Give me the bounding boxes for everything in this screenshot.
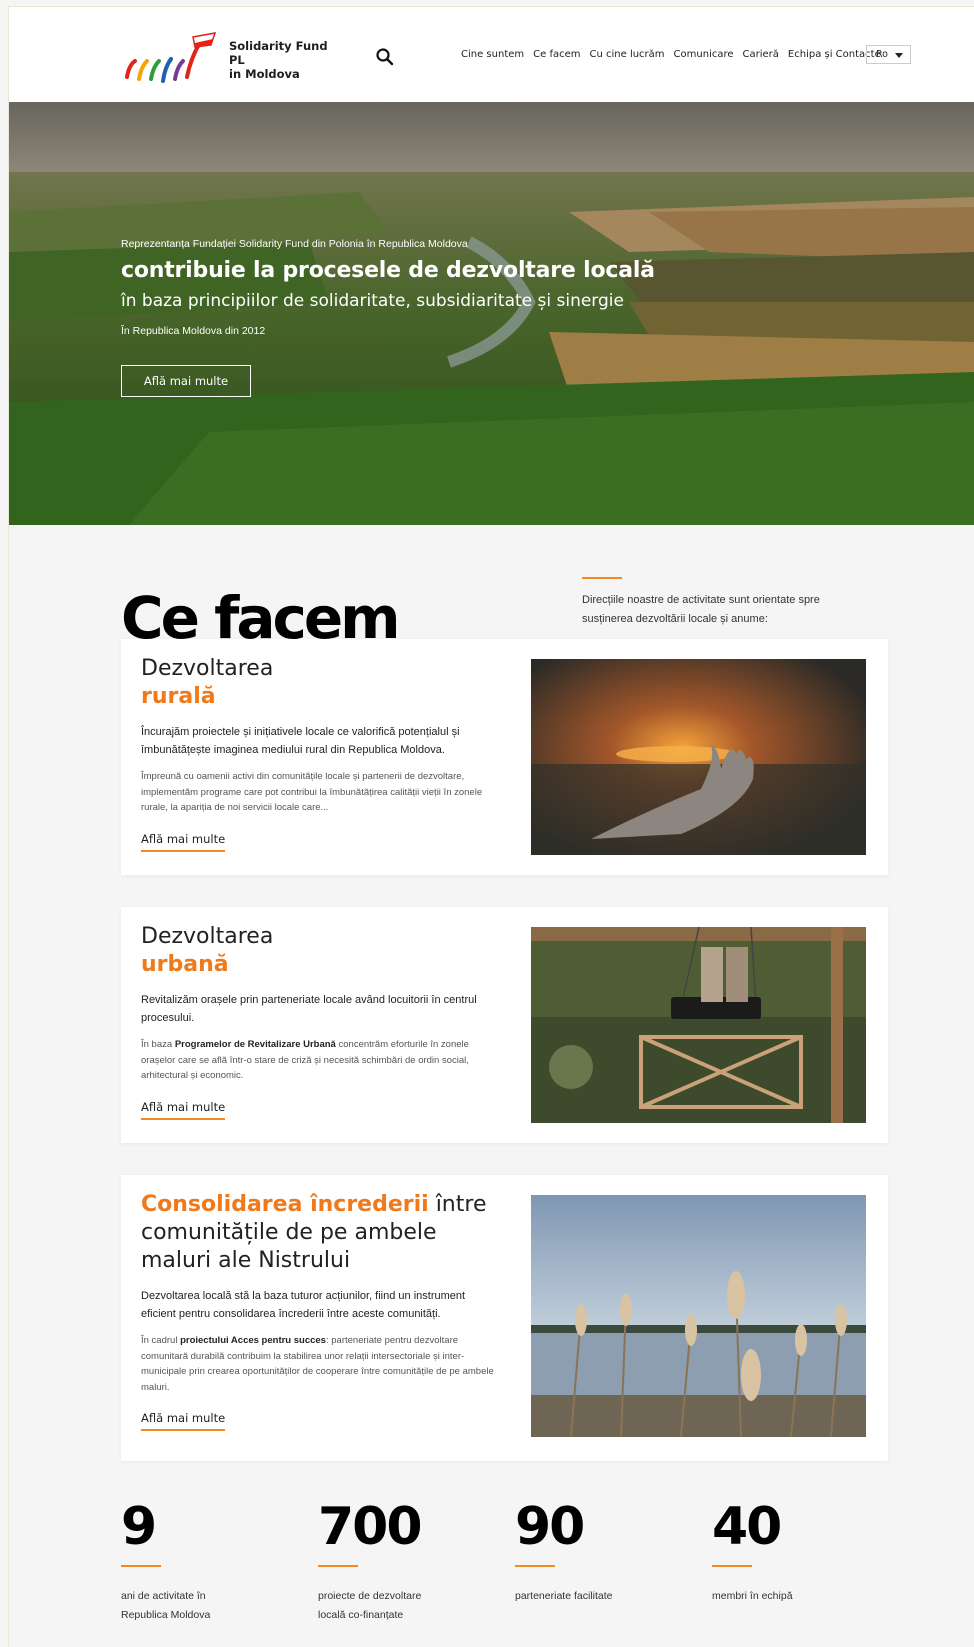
card-rural-title-plain: Dezvoltarea [141,656,274,681]
stat-team-label: membri în echipă [712,1587,892,1606]
stat-projects: 700 proiecte de dezvoltare locală co-fin… [318,1501,498,1625]
card-urban-title: Dezvoltarea urbană [141,923,501,979]
card-trust-image [531,1195,866,1437]
nav-item-comunicare[interactable]: Comunicare [674,49,734,60]
search-icon[interactable] [375,47,395,67]
language-select[interactable]: Ro [866,45,911,64]
card-rural-lead: Încurajăm proiectele și inițiativele loc… [141,726,460,756]
nav-item-cu-cine-lucram[interactable]: Cu cine lucrăm [590,49,665,60]
org-name-line1: Solidarity Fund PL [229,39,328,67]
stat-partnerships-label: parteneriate facilitate [515,1587,695,1606]
nav-item-cariera[interactable]: Carieră [743,49,779,60]
page: Solidarity Fund PL in Moldova Cine sunte… [8,6,974,1647]
intro-divider [582,577,622,579]
stat-projects-divider [318,1565,358,1567]
card-trust-title: Consolidarea încrederii între comunități… [141,1191,501,1275]
hero-title: contribuie la procesele de dezvoltare lo… [121,258,655,283]
card-rural: Dezvoltarea rurală Încurajăm proiectele … [121,639,888,875]
card-rural-title-accent: rurală [141,684,216,709]
card-rural-image [531,659,866,855]
card-urban-learn-more-link[interactable]: Află mai multe [141,1100,226,1120]
card-urban-title-accent: urbană [141,952,229,977]
stat-years-value: 9 [121,1497,157,1557]
org-name: Solidarity Fund PL in Moldova [229,39,341,81]
card-urban-image [531,927,866,1123]
card-rural-title: Dezvoltarea rurală [141,655,501,711]
hero-text-block: Reprezentanța Fundației Solidarity Fund … [121,238,655,337]
card-trust-lead: Dezvoltarea locală stă la baza tuturor a… [141,1290,466,1320]
stat-partnerships-label-line1: parteneriate facilitate [515,1590,613,1602]
card-trust-body-prefix: În cadrul [141,1335,181,1346]
nav-item-ce-facem[interactable]: Ce facem [533,49,580,60]
stat-team-divider [712,1565,752,1567]
stat-projects-label: proiecte de dezvoltare locală co-finanța… [318,1587,498,1625]
logo-mark-icon [125,32,217,83]
card-trust-body: În cadrul proiectului Acces pentru succe… [141,1333,501,1395]
site-header: Solidarity Fund PL in Moldova Cine sunte… [9,7,974,102]
stat-years-divider [121,1565,161,1567]
card-urban-body-prefix: În baza [141,1039,175,1050]
stat-years-label-line2: Republica Moldova [121,1609,211,1621]
stat-partnerships: 90 parteneriate facilitate [515,1501,695,1606]
stat-team-label-line1: membri în echipă [712,1590,793,1602]
section-intro: Direcțiile noastre de activitate sunt or… [582,594,820,625]
card-trust-text: Consolidarea încrederii între comunități… [141,1191,501,1431]
stat-partnerships-value: 90 [515,1497,585,1557]
card-urban-body-bold: Programelor de Revitalizare Urbană [174,1039,336,1050]
card-urban-lead: Revitalizăm orașele prin parteneriate lo… [141,994,477,1024]
card-trust-learn-more-link[interactable]: Află mai multe [141,1411,226,1431]
card-urban-title-plain: Dezvoltarea [141,924,274,949]
card-rural-text: Dezvoltarea rurală Încurajăm proiectele … [141,655,501,852]
logo[interactable]: Solidarity Fund PL in Moldova [121,27,341,85]
chevron-down-icon [895,53,903,58]
card-urban-body: În baza Programelor de Revitalizare Urba… [141,1037,501,1084]
card-urban: Dezvoltarea urbană Revitalizăm orașele p… [121,907,888,1143]
org-name-line2: in Moldova [229,67,300,81]
language-value: Ro [876,49,888,60]
hero-learn-more-button[interactable]: Află mai multe [121,365,251,397]
stat-years-label: ani de activitate în Republica Moldova [121,1587,301,1625]
stat-years: 9 ani de activitate în Republica Moldova [121,1501,301,1625]
card-rural-body: Împreună cu oamenii activi din comunităț… [141,771,483,813]
hero-pretitle: Reprezentanța Fundației Solidarity Fund … [121,238,468,250]
stat-projects-label-line1: proiecte de dezvoltare [318,1590,422,1602]
stat-team: 40 membri în echipă [712,1501,892,1606]
card-trust: Consolidarea încrederii între comunități… [121,1175,888,1461]
hero-banner: Reprezentanța Fundației Solidarity Fund … [9,102,974,525]
stat-projects-label-line2: locală co-finanțate [318,1609,404,1621]
hero-since: În Republica Moldova din 2012 [121,325,266,337]
stat-partnerships-divider [515,1565,555,1567]
card-trust-title-accent: Consolidarea încrederii [141,1192,429,1217]
stat-projects-value: 700 [318,1497,423,1557]
card-rural-learn-more-link[interactable]: Află mai multe [141,832,226,852]
stat-team-value: 40 [712,1497,782,1557]
card-trust-body-bold: proiectului Acces pentru succes [180,1335,326,1346]
stat-years-label-line1: ani de activitate în [121,1590,206,1602]
main-nav: Cine suntem Ce facem Cu cine lucrăm Comu… [461,49,881,60]
nav-item-cine-suntem[interactable]: Cine suntem [461,49,524,60]
card-urban-text: Dezvoltarea urbană Revitalizăm orașele p… [141,923,501,1120]
hero-subtitle: în baza principiilor de solidaritate, su… [121,291,624,311]
